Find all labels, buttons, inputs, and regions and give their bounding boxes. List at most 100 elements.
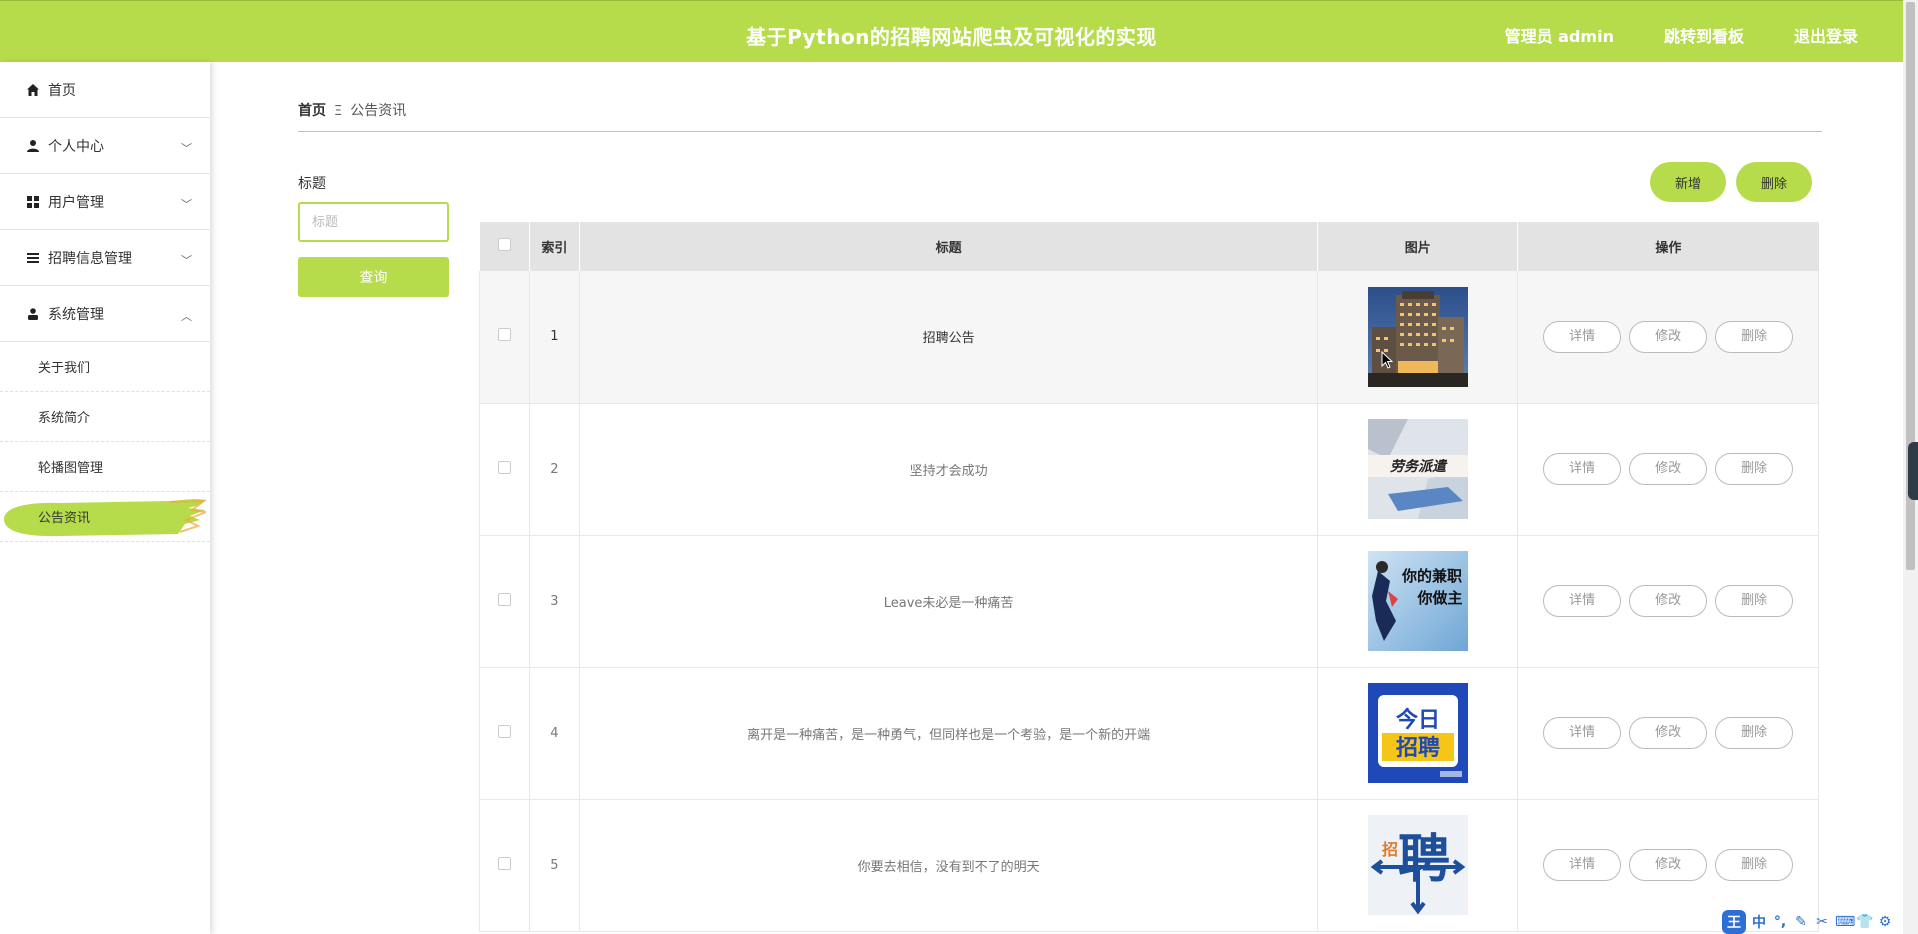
ime-punctuation-icon[interactable]: °, — [1772, 914, 1788, 930]
detail-button[interactable]: 详情 — [1543, 585, 1622, 617]
sidebar-item-user-management[interactable]: 用户管理 ﹀ — [0, 174, 210, 230]
search-button[interactable]: 查询 — [298, 257, 449, 297]
ime-logo-icon[interactable]: 王 — [1722, 910, 1746, 934]
edit-button[interactable]: 修改 — [1629, 585, 1708, 617]
row-checkbox[interactable] — [479, 799, 530, 931]
chevron-up-icon: ︿ — [181, 310, 192, 323]
sidebar-item-label: 首页 — [48, 82, 76, 99]
sidebar-item-home[interactable]: 首页 — [0, 62, 210, 118]
side-float-tab[interactable] — [1908, 442, 1918, 500]
column-header-actions: 操作 — [1655, 241, 1682, 256]
breadcrumb-home[interactable]: 首页 — [298, 103, 326, 119]
shirt-icon[interactable]: 👕 — [1856, 914, 1873, 930]
add-button[interactable]: 新增 — [1650, 162, 1726, 202]
detail-button[interactable]: 详情 — [1543, 849, 1622, 881]
chevron-down-icon: ﹀ — [181, 198, 192, 211]
title-search-input[interactable] — [298, 202, 449, 242]
sidebar-item-label: 用户管理 — [48, 194, 104, 211]
gear-icon[interactable]: ⚙ — [1877, 914, 1893, 930]
breadcrumb: 首页 Ξ 公告资讯 — [298, 100, 1822, 132]
row-index: 1 — [529, 271, 580, 403]
row-image-cell: 劳务派遣 — [1317, 403, 1519, 535]
delete-button[interactable]: 删除 — [1715, 585, 1794, 617]
detail-button[interactable]: 详情 — [1543, 717, 1622, 749]
edit-button[interactable]: 修改 — [1629, 453, 1708, 485]
row-index: 2 — [529, 403, 580, 535]
row-image-cell: 你的兼职 你做主 — [1317, 535, 1519, 667]
column-header-image: 图片 — [1317, 222, 1519, 271]
row-title: 你要去相信，没有到不了的明天 — [579, 799, 1319, 931]
mouse-cursor-icon — [1381, 351, 1393, 369]
search-label: 标题 — [298, 176, 326, 192]
row-checkbox[interactable] — [479, 271, 530, 403]
scissors-icon[interactable]: ✂ — [1814, 914, 1830, 930]
table-row: 3 Leave未必是一种痛苦 你的兼职 你做主 详情 修改 删除 — [479, 535, 1819, 667]
edit-button[interactable]: 修改 — [1629, 320, 1708, 353]
sidebar-item-personal-center[interactable]: 个人中心 ﹀ — [0, 118, 210, 174]
keyboard-icon[interactable]: ⌨ — [1835, 914, 1855, 930]
row-actions: 详情 修改 删除 — [1517, 403, 1819, 535]
sidebar-subitem-carousel-management[interactable]: 轮播图管理 — [0, 442, 210, 492]
grid-icon — [26, 195, 40, 209]
breadcrumb-separator-icon: Ξ — [334, 104, 343, 119]
breadcrumb-current: 公告资讯 — [350, 103, 407, 119]
row-title: 招聘公告 — [579, 271, 1319, 403]
row-index: 4 — [529, 667, 580, 799]
home-icon — [26, 83, 40, 97]
row-actions: 详情 修改 删除 — [1517, 271, 1819, 403]
logout-link[interactable]: 退出登录 — [1794, 23, 1858, 47]
hotel-building-image[interactable] — [1367, 286, 1468, 387]
svg-text:聘: 聘 — [1398, 830, 1450, 890]
announcement-table: 索引 标题 图片 操作 1 招聘公告 详情 修改 删除 2 坚持才会成功 劳务派… — [479, 222, 1819, 932]
sidebar-subitem-about-us[interactable]: 关于我们 — [0, 342, 210, 392]
row-checkbox[interactable] — [479, 667, 530, 799]
edit-button[interactable]: 修改 — [1629, 849, 1708, 881]
part-time-poster-image[interactable]: 你的兼职 你做主 — [1367, 551, 1468, 651]
admin-link[interactable]: 管理员 admin — [1505, 23, 1614, 47]
sidebar-item-label: 系统管理 — [48, 306, 104, 323]
sidebar: 首页 个人中心 ﹀ 用户管理 ﹀ 招聘信息管理 ﹀ 系统管理 ︿ 关于我们 系统… — [0, 62, 210, 934]
sidebar-subitem-label: 系统简介 — [38, 411, 91, 426]
batch-delete-button[interactable]: 删除 — [1736, 162, 1812, 202]
sidebar-subitem-system-intro[interactable]: 系统简介 — [0, 392, 210, 442]
row-checkbox[interactable] — [479, 535, 530, 667]
sidebar-item-job-info-management[interactable]: 招聘信息管理 ﹀ — [0, 230, 210, 286]
row-title: 离开是一种痛苦，是一种勇气，但同样也是一个考验，是一个新的开端 — [579, 667, 1319, 799]
delete-button[interactable]: 删除 — [1715, 320, 1794, 353]
ime-mode-chinese[interactable]: 中 — [1751, 912, 1767, 932]
sidebar-subitem-label: 轮播图管理 — [38, 461, 104, 476]
sidebar-item-label: 招聘信息管理 — [48, 250, 132, 267]
delete-button[interactable]: 删除 — [1715, 849, 1794, 881]
header-nav: 管理员 admin 跳转到看板 退出登录 — [1505, 23, 1858, 47]
svg-text:招聘: 招聘 — [1396, 736, 1440, 761]
edit-button[interactable]: 修改 — [1629, 717, 1708, 749]
column-header-title: 标题 — [579, 222, 1319, 271]
detail-button[interactable]: 详情 — [1543, 320, 1622, 353]
ime-toolbar: 王 中 °, ✎ ✂ ⌨ 👕 ⚙ — [1722, 910, 1893, 934]
sidebar-subitem-label: 公告资讯 — [38, 511, 91, 526]
row-checkbox[interactable] — [479, 403, 530, 535]
pen-icon[interactable]: ✎ — [1793, 914, 1809, 930]
delete-button[interactable]: 删除 — [1715, 453, 1794, 485]
dashboard-link[interactable]: 跳转到看板 — [1664, 23, 1744, 47]
sidebar-subitem-announcements[interactable]: 公告资讯 — [0, 492, 210, 542]
detail-button[interactable]: 详情 — [1543, 453, 1622, 485]
table-header-row: 索引 标题 图片 操作 — [479, 222, 1819, 271]
row-actions: 详情 修改 删除 — [1517, 535, 1819, 667]
svg-text:招: 招 — [1382, 840, 1398, 859]
select-all-checkbox[interactable] — [479, 222, 530, 271]
row-title: Leave未必是一种痛苦 — [579, 535, 1319, 667]
sidebar-item-system-management[interactable]: 系统管理 ︿ — [0, 286, 210, 342]
table-row: 5 你要去相信，没有到不了的明天 聘 招 详情 修改 删除 — [479, 799, 1819, 931]
row-index: 3 — [529, 535, 580, 667]
delete-button[interactable]: 删除 — [1715, 717, 1794, 749]
row-title: 坚持才会成功 — [579, 403, 1319, 535]
active-brush-highlight — [3, 499, 206, 537]
today-recruit-poster-image[interactable]: 今日 招聘 — [1367, 683, 1468, 783]
labor-dispatch-image[interactable]: 劳务派遣 — [1367, 419, 1468, 519]
user-icon — [26, 139, 40, 153]
row-index: 5 — [529, 799, 580, 931]
recruit-character-image[interactable]: 聘 招 — [1367, 815, 1468, 915]
row-actions: 详情 修改 删除 — [1517, 667, 1819, 799]
column-header-index: 索引 — [529, 222, 580, 271]
